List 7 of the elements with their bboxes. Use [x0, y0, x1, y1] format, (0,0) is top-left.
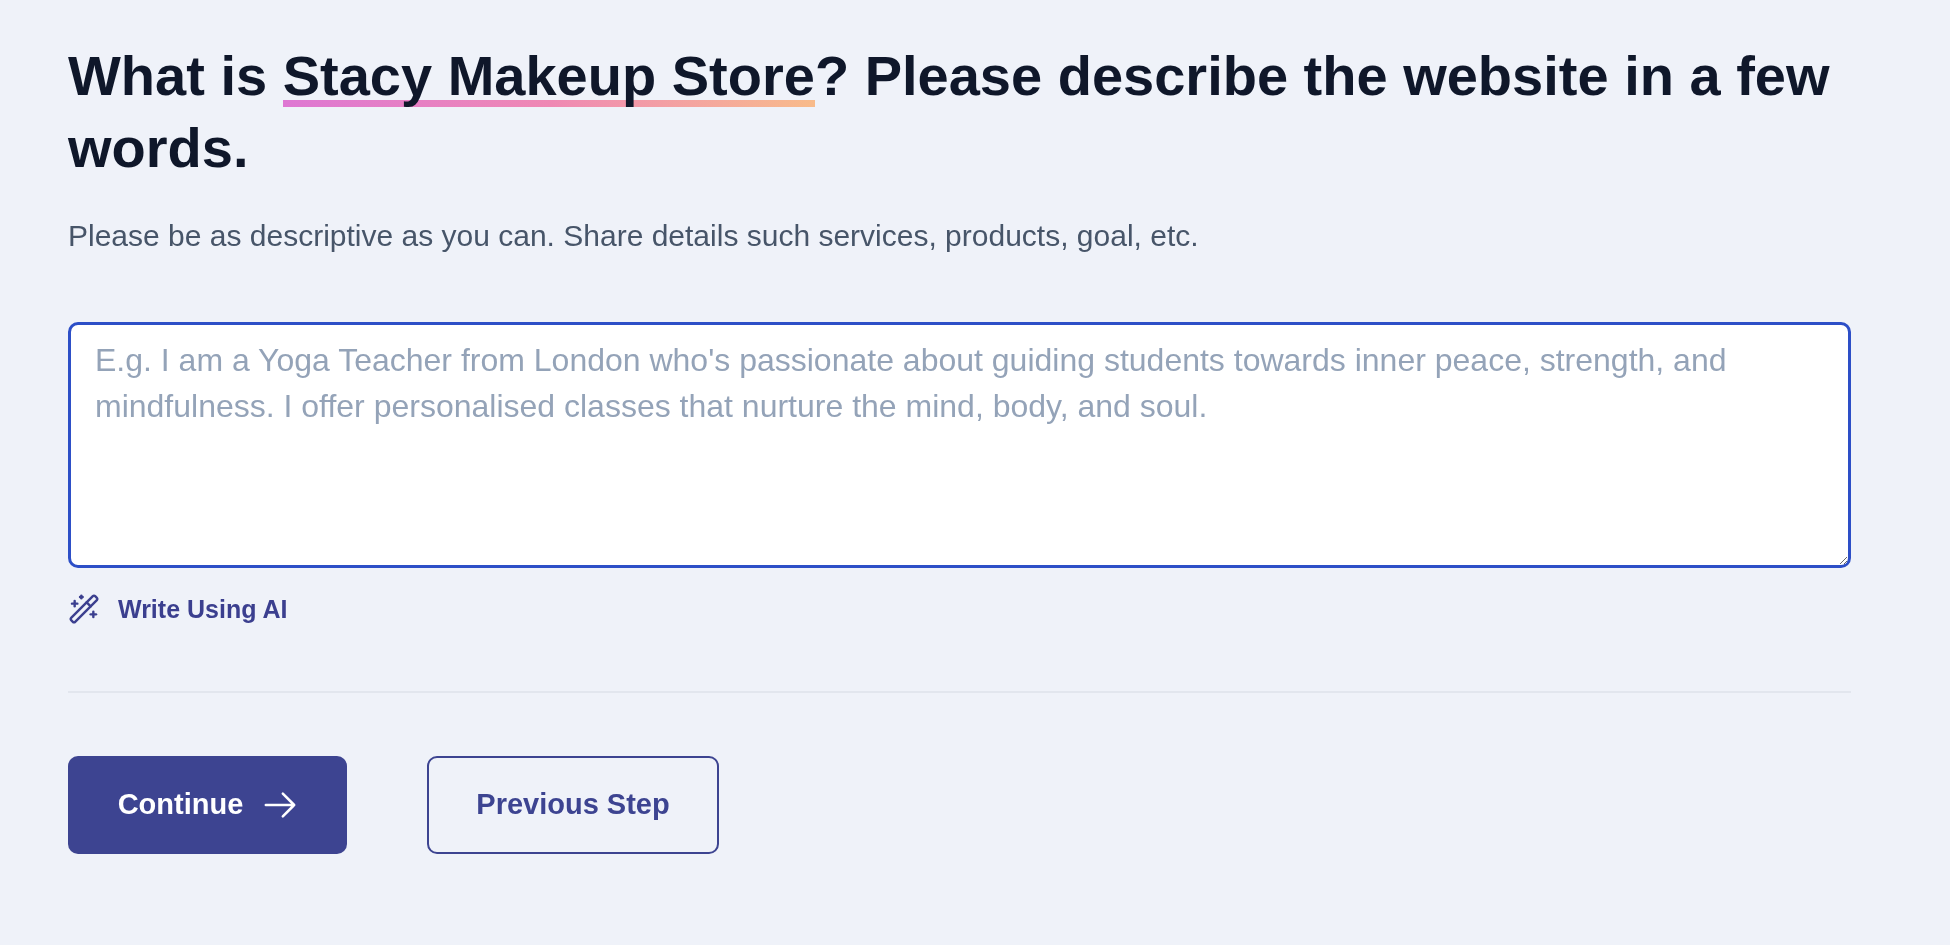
hint-text: Please be as descriptive as you can. Share details such services, products, goal, etc.	[68, 218, 1200, 254]
description-field[interactable]: E.g. I am a Yoga Teacher from London who's passionate about guiding students towards inner peace, strength, and mindfulness. I offer personalised classes that nurture the mind, body, and soul.	[68, 322, 1851, 568]
question-heading: What is Stacy Makeup Store? Please describe the website in a few words.	[68, 43, 1831, 181]
magic-wand-icon	[68, 593, 100, 625]
write-using-ai-link[interactable]: Write Using AI	[68, 593, 288, 625]
continue-button[interactable]: Continue	[68, 756, 347, 854]
previous-step-button[interactable]: Previous Step	[427, 756, 719, 854]
